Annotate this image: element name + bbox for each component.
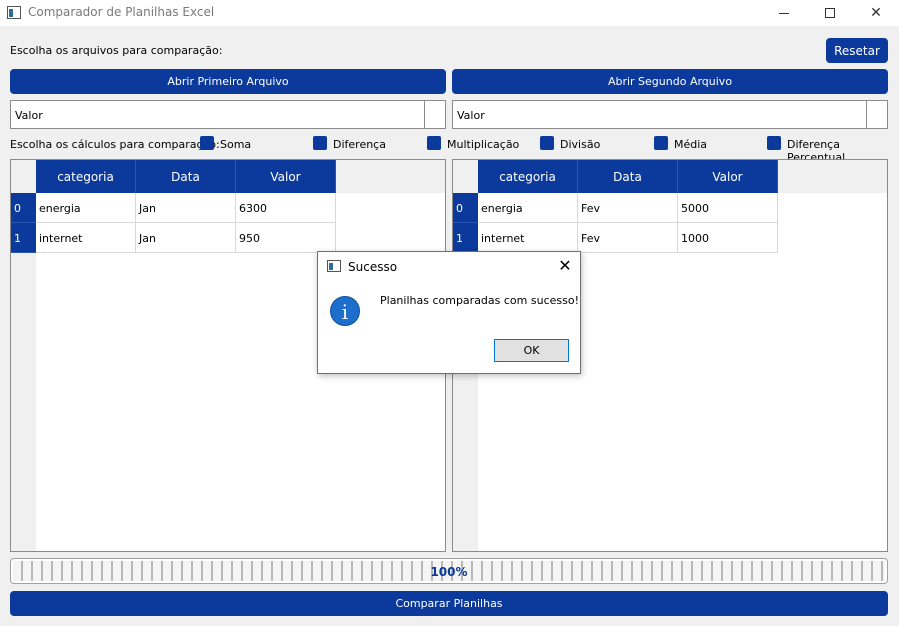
header-empty-area [336,160,445,193]
checkbox-label-multiplicacao: Multiplicação [447,138,520,151]
second-column-select[interactable]: Valor [452,100,888,129]
window-title: Comparador de Planilhas Excel [28,5,215,19]
second-column-dropdown-arrow[interactable] [866,101,887,128]
minimize-button[interactable] [761,0,807,26]
column-header-categoria[interactable]: categoria [36,160,136,193]
table-cell[interactable]: 1000 [678,223,778,253]
dialog-close-icon[interactable]: ✕ [555,256,575,276]
dialog-title-bar: Sucesso ✕ [318,252,580,281]
calculations-label: Escolha os cálculos para comparação: [10,138,220,151]
open-first-file-button[interactable]: Abrir Primeiro Arquivo [10,69,446,94]
table-cell[interactable]: 950 [236,223,336,253]
column-header-valor[interactable]: Valor [678,160,778,193]
table-cell[interactable]: internet [36,223,136,253]
table-corner[interactable] [11,160,36,193]
table-cell[interactable]: Jan [136,223,236,253]
close-button[interactable]: ✕ [853,0,899,26]
table-cell[interactable]: 6300 [236,193,336,223]
table-cell[interactable]: energia [36,193,136,223]
spreadsheet-icon [7,6,21,19]
first-column-select[interactable]: Valor [10,100,446,129]
dialog-app-icon [327,260,341,272]
table-corner[interactable] [453,160,478,193]
table-cell[interactable]: Jan [136,193,236,223]
first-column-dropdown-arrow[interactable] [424,101,445,128]
table-cell[interactable]: Fev [578,223,678,253]
info-icon: i [330,296,360,326]
table-cell[interactable]: energia [478,193,578,223]
column-header-categoria[interactable]: categoria [478,160,578,193]
open-second-file-button[interactable]: Abrir Segundo Arquivo [452,69,888,94]
success-dialog: Sucesso ✕ i Planilhas comparadas com suc… [317,251,581,374]
row-header[interactable]: 1 [11,223,36,253]
checkbox-diferenca[interactable] [313,136,327,150]
table-cell[interactable]: Fev [578,193,678,223]
first-column-select-value: Valor [15,109,43,122]
title-bar: Comparador de Planilhas Excel ✕ [0,0,899,26]
checkbox-divisao[interactable] [540,136,554,150]
reset-button[interactable]: Resetar [826,38,888,63]
choose-files-label: Escolha os arquivos para comparação: [10,44,223,57]
maximize-button[interactable] [807,0,853,26]
checkbox-label-media: Média [674,138,708,151]
second-column-select-value: Valor [457,109,485,122]
progress-text: 100% [430,565,468,579]
checkbox-diferenca-percentual[interactable] [767,136,781,150]
close-icon: ✕ [870,5,882,21]
checkbox-label-soma: Soma [220,138,252,151]
checkbox-multiplicacao[interactable] [427,136,441,150]
row-header[interactable]: 1 [453,223,478,253]
row-header[interactable]: 0 [453,193,478,223]
progress-bar: 100% [10,558,888,584]
ok-button[interactable]: OK [494,339,569,362]
table-cell[interactable]: 5000 [678,193,778,223]
dialog-message: Planilhas comparadas com sucesso! [380,294,579,307]
compare-button[interactable]: Comparar Planilhas [10,591,888,616]
checkbox-soma[interactable] [200,136,214,150]
minimize-icon [779,12,789,14]
dialog-body: i Planilhas comparadas com sucesso! OK [318,281,580,373]
column-header-valor[interactable]: Valor [236,160,336,193]
checkbox-label-divisao: Divisão [560,138,601,151]
dialog-title: Sucesso [348,260,398,274]
maximize-icon [825,8,835,18]
table-cell[interactable]: internet [478,223,578,253]
checkbox-media[interactable] [654,136,668,150]
column-header-data[interactable]: Data [578,160,678,193]
row-header[interactable]: 0 [11,193,36,223]
column-header-data[interactable]: Data [136,160,236,193]
header-empty-area [778,160,887,193]
checkbox-label-diferenca: Diferença [333,138,386,151]
